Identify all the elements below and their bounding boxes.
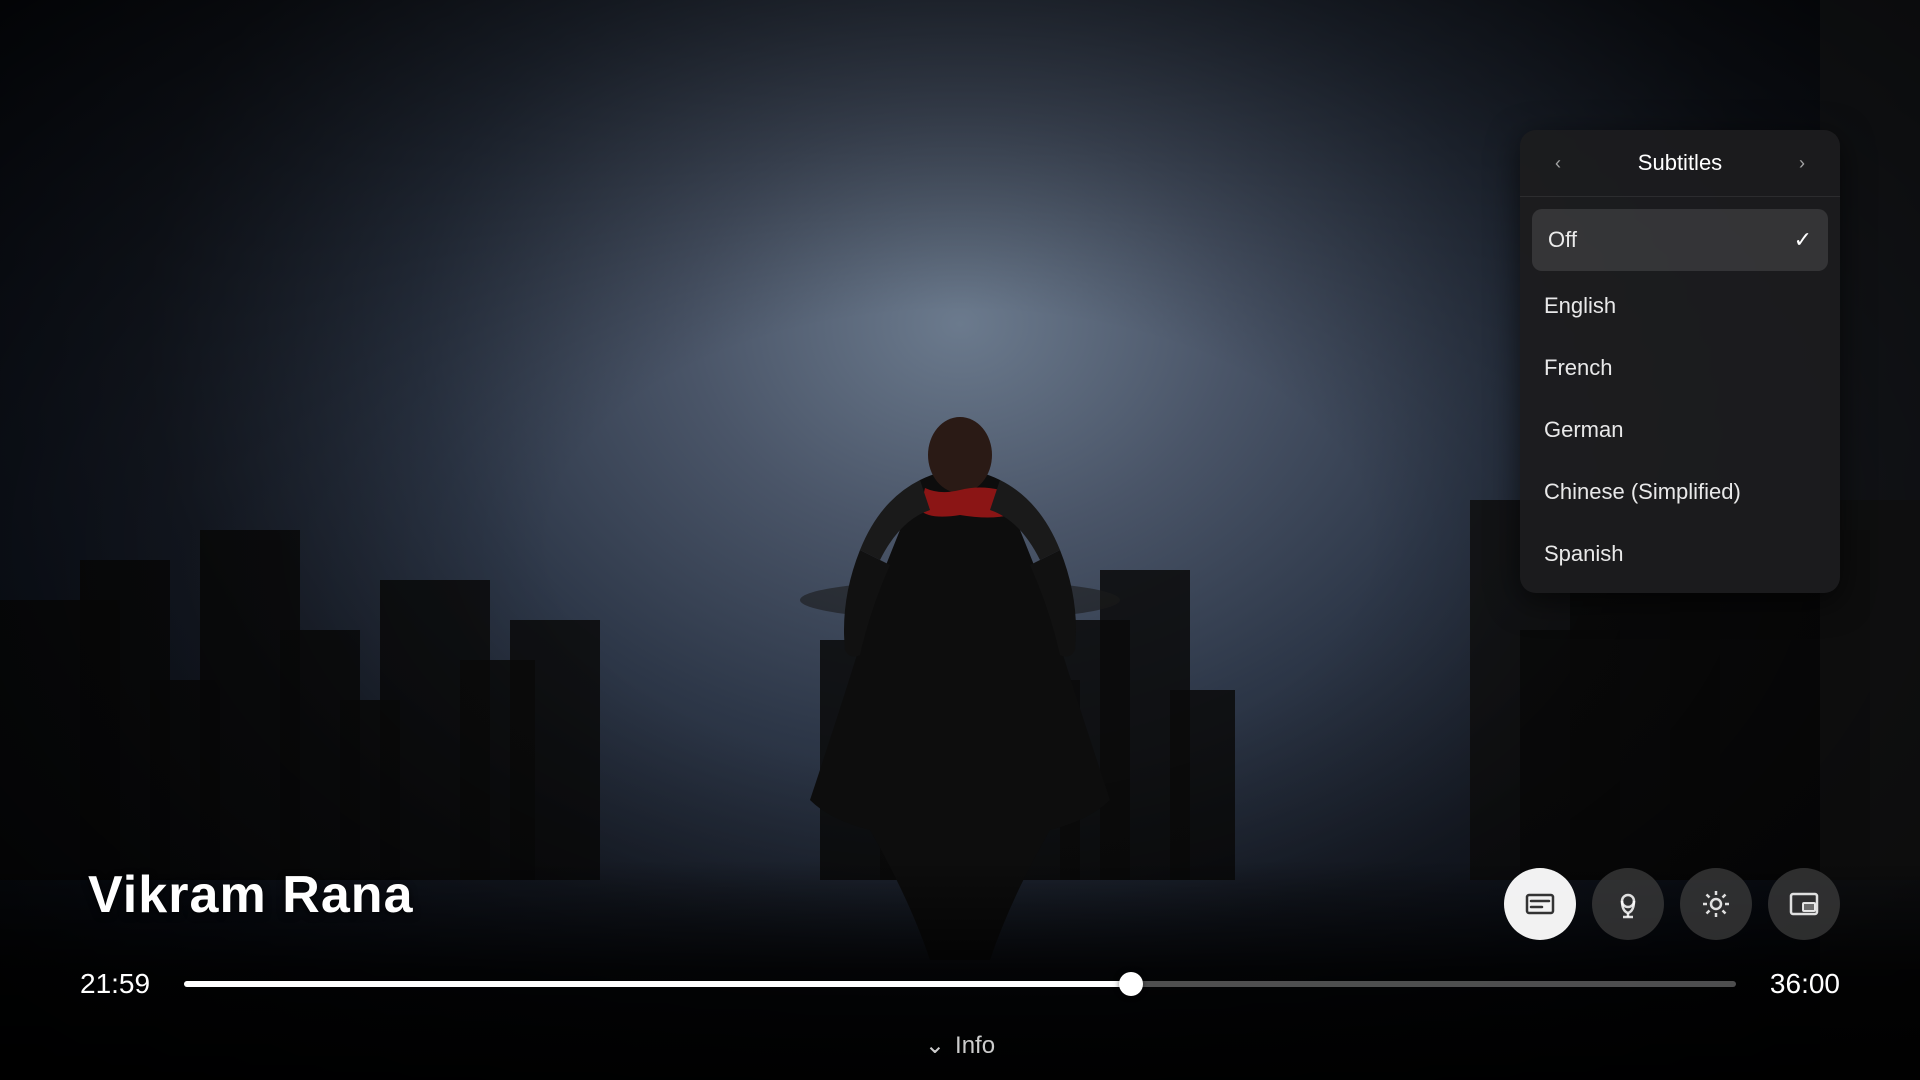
panel-nav-right[interactable]: › [1788,153,1816,174]
time-current: 21:59 [80,968,160,1000]
subtitle-option-spanish[interactable]: Spanish [1520,523,1840,585]
subtitle-option-english-label: English [1544,293,1616,319]
subtitle-option-off[interactable]: Off ✓ [1532,209,1828,271]
info-button[interactable]: ⌄ Info [925,1031,995,1060]
subtitle-option-german[interactable]: German [1520,399,1840,461]
chevron-down-icon: ⌄ [925,1031,945,1060]
video-title: Vikram Rana [88,865,414,925]
subtitle-check-off: ✓ [1794,227,1812,253]
subtitle-option-off-label: Off [1548,227,1577,253]
progress-fill [184,981,1131,987]
subtitle-option-chinese-simplified[interactable]: Chinese (Simplified) [1520,461,1840,523]
subtitle-option-chinese-simplified-label: Chinese (Simplified) [1544,479,1741,505]
settings-button[interactable] [1680,868,1752,940]
panel-options: Off ✓ English French German Chinese (Sim… [1520,197,1840,593]
subtitle-option-french-label: French [1544,355,1612,381]
panel-nav-left[interactable]: ‹ [1544,153,1572,174]
time-total: 36:00 [1760,968,1840,1000]
panel-header: ‹ Subtitles › [1520,130,1840,197]
subtitle-option-spanish-label: Spanish [1544,541,1624,567]
subtitles-button[interactable] [1504,868,1576,940]
subtitle-option-english[interactable]: English [1520,275,1840,337]
audio-button[interactable] [1592,868,1664,940]
progress-area: 21:59 36:00 [80,968,1840,1000]
controls-row [1504,868,1840,940]
progress-thumb[interactable] [1119,972,1143,996]
subtitle-option-german-label: German [1544,417,1623,443]
panel-title: Subtitles [1572,150,1788,176]
info-label: Info [955,1032,995,1060]
subtitle-option-french[interactable]: French [1520,337,1840,399]
pip-button[interactable] [1768,868,1840,940]
subtitles-panel: ‹ Subtitles › Off ✓ English French Germa… [1520,130,1840,593]
progress-bar[interactable] [184,981,1736,987]
